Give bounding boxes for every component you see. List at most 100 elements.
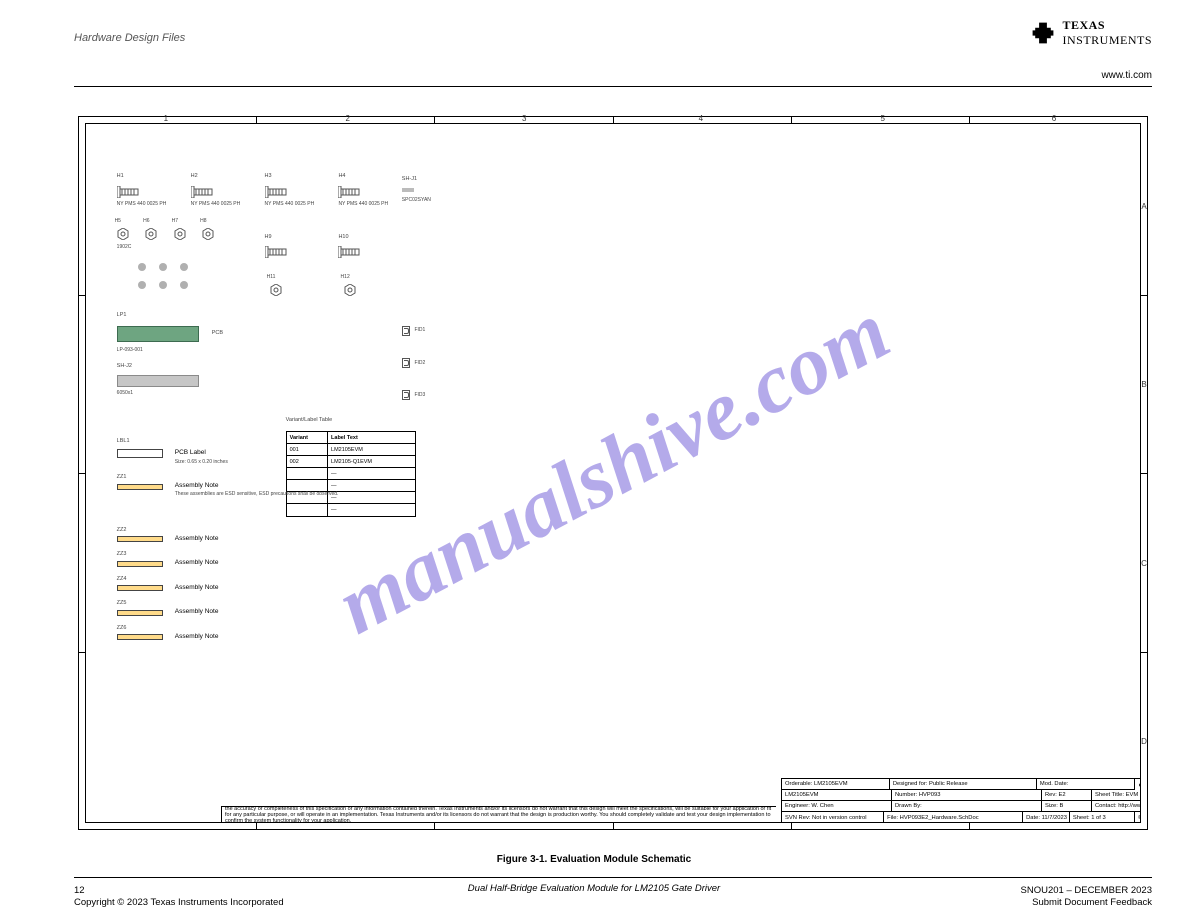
ref-shj2: SH-J2: [117, 363, 132, 369]
label-card-yellow: [117, 536, 163, 542]
tb-rev: Rev: E2: [1042, 790, 1092, 801]
ti-chip-icon: [1030, 20, 1056, 46]
standoff-icon: [138, 281, 146, 289]
nut-icon: [202, 228, 214, 240]
copyright: Copyright © 2023 Texas Instruments Incor…: [74, 897, 284, 908]
nut-icon: [145, 228, 157, 240]
table-cell: [287, 468, 328, 480]
doc-title: Dual Half-Bridge Evaluation Module for L…: [468, 883, 720, 894]
title-block: Orderable: LM2105EVM Designed for: Publi…: [781, 778, 1141, 823]
tb-svn: SVN Rev: Not in version control: [782, 812, 884, 823]
zz1-text: Assembly Note: [175, 482, 219, 489]
tb-moddate: Mod. Date:: [1037, 779, 1135, 790]
tb-number: Number: HVP093: [892, 790, 1042, 801]
part-h2: NY PMS 440 0025 PH: [191, 201, 241, 207]
table-cell: LM2105EVM: [328, 444, 415, 456]
tb-designfor: Designed for: Public Release: [890, 779, 1037, 790]
zone-row-a: A: [1140, 202, 1148, 211]
tb-sheet-title: Sheet Title: EVM Hardware: [1092, 790, 1141, 801]
zz1-note: These assemblies are ESD sensitive, ESD …: [175, 491, 339, 497]
lbl1-text: PCB Label: [175, 449, 206, 456]
label-symbol: [117, 375, 199, 387]
ref-zz2: ZZ2: [117, 527, 127, 533]
table-header: Label Text: [328, 432, 415, 444]
ref-h3: H3: [265, 173, 272, 179]
standoff-icon: [159, 281, 167, 289]
table-cell: [287, 480, 328, 492]
pcb-lp1-part: LP-093-001: [117, 347, 143, 353]
standoff-icon: [180, 263, 188, 271]
ref-fid2: FID2: [414, 360, 425, 366]
ti-logo: TEXAS INSTRUMENTS: [1030, 18, 1152, 48]
ref-zz5: ZZ5: [117, 600, 127, 606]
orderable-block: the accuracy or completeness of this spe…: [221, 806, 776, 823]
label-card-yellow: [117, 484, 163, 490]
label-card-white: [117, 449, 163, 458]
table-cell: LM2105-Q1EVM: [328, 456, 415, 468]
standoff-icon: [159, 263, 167, 271]
tb-orderable: Orderable: LM2105EVM: [782, 779, 890, 790]
nut-icon: [344, 284, 356, 296]
ref-zz4: ZZ4: [117, 576, 127, 582]
pcb-label: PCB: [212, 330, 223, 336]
part-shj2: 6050x1: [117, 390, 133, 396]
ref-h10: H10: [338, 234, 348, 240]
tb-date: Date: 11/7/2023: [1023, 812, 1070, 823]
rev-note: the accuracy or completeness of this spe…: [222, 807, 776, 823]
pcb-lp1: LP1: [117, 312, 127, 318]
header-rule: [74, 86, 1152, 87]
ref-zz1: ZZ1: [117, 474, 127, 480]
screw-icon: [338, 186, 364, 198]
label-card-yellow: [117, 634, 163, 640]
ref-h1: H1: [117, 173, 124, 179]
fiducial-icon: [402, 390, 410, 400]
zone-row-d: D: [1140, 737, 1148, 746]
ti-logo-text1: TEXAS: [1062, 18, 1152, 33]
page-number: 12: [74, 885, 85, 896]
label-card-yellow: [117, 561, 163, 567]
part-nuts: 1902C: [117, 244, 132, 250]
ref-h2: H2: [191, 173, 198, 179]
ref-lbl1: LBL1: [117, 438, 130, 444]
zz2-text: Assembly Note: [175, 535, 219, 542]
nut-icon: [270, 284, 282, 296]
shunt-icon: [402, 188, 414, 192]
table-cell: 001: [287, 444, 328, 456]
ref-fid3: FID3: [414, 392, 425, 398]
zone-col-2: 2: [346, 114, 350, 123]
ref-h9: H9: [265, 234, 272, 240]
variant-table-title: Variant/Label Table: [286, 417, 333, 423]
tb-project: LM2105EVM: [782, 790, 892, 801]
tb-drawnby: Drawn By:: [892, 801, 1042, 812]
zone-row-c: C: [1140, 559, 1148, 568]
ref-h8: H8: [200, 218, 206, 224]
table-cell: [287, 504, 328, 516]
zone-col-1: 1: [164, 114, 168, 123]
part-h3: NY PMS 440 0025 PH: [265, 201, 315, 207]
footer-rule: [74, 877, 1152, 878]
ref-zz6: ZZ6: [117, 625, 127, 631]
screw-icon: [265, 246, 291, 258]
screw-icon: [191, 186, 217, 198]
nut-icon: [117, 228, 129, 240]
ti-url[interactable]: www.ti.com: [1101, 70, 1152, 81]
zone-row-b: B: [1140, 380, 1148, 389]
chapter-title: Hardware Design Files: [74, 32, 185, 44]
doc-id: SNOU201 – DECEMBER 2023: [1021, 885, 1152, 896]
table-cell: 002: [287, 456, 328, 468]
tb-sheet: Sheet: 1 of 3: [1070, 812, 1135, 823]
tb-contact: Contact: http://www.ti.com/support: [1092, 801, 1141, 812]
tb-copy: © Texas Instruments 2023: [1135, 812, 1141, 823]
ref-fid1: FID1: [414, 327, 425, 333]
lbl1-size: Size: 0.65 x 0.20 inches: [175, 459, 228, 465]
fiducial-icon: [402, 326, 410, 336]
ref-h6: H6: [143, 218, 149, 224]
ref-h5: H5: [115, 218, 121, 224]
table-cell: —: [328, 480, 415, 492]
standoff-icon: [138, 263, 146, 271]
feedback-link[interactable]: Submit Document Feedback: [1032, 897, 1152, 908]
ref-h12: H12: [341, 274, 350, 280]
screw-icon: [117, 186, 143, 198]
table-cell: —: [328, 492, 415, 504]
pcb-symbol: [117, 326, 199, 342]
